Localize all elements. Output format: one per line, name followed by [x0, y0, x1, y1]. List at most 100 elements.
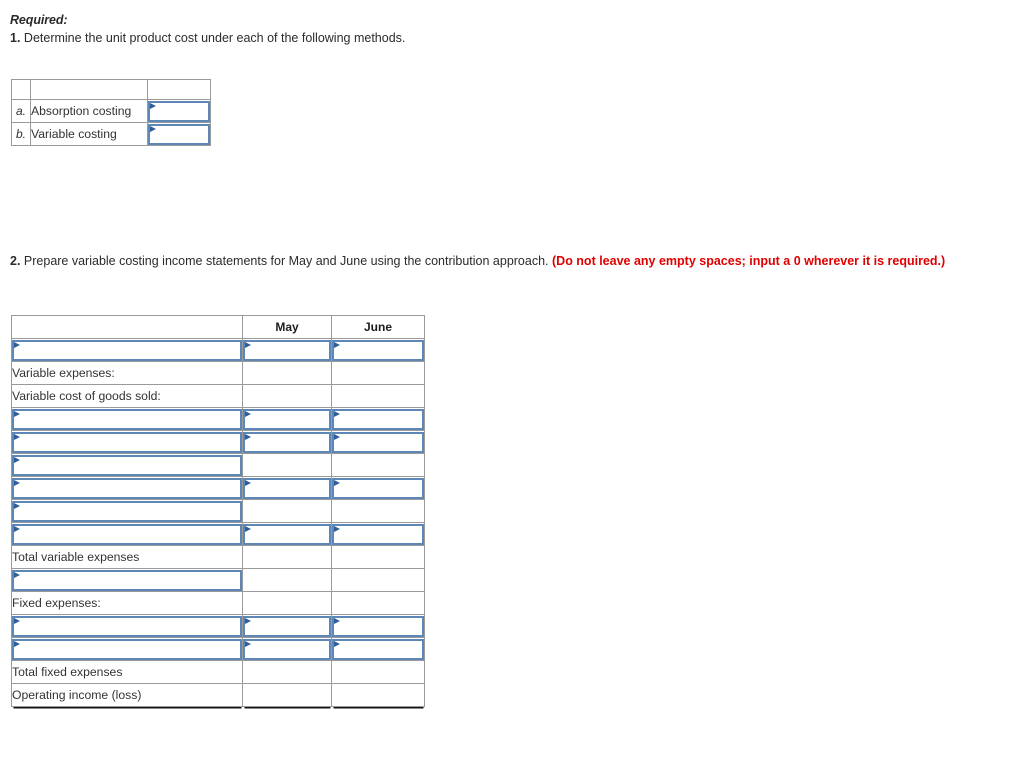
- row-index-a: a.: [11, 99, 31, 123]
- income-account-cell-12[interactable]: [11, 614, 243, 638]
- table-header-row: May June: [11, 315, 425, 339]
- income-june-cell-3[interactable]: [331, 407, 425, 431]
- income-account-label-15: Operating income (loss): [11, 683, 243, 707]
- income-account-cell-4[interactable]: [11, 430, 243, 454]
- income-may-input-6[interactable]: [243, 477, 331, 499]
- income-may-label-10: [242, 568, 332, 592]
- income-june-input-8[interactable]: [332, 523, 424, 545]
- income-account-cell-3[interactable]: [11, 407, 243, 431]
- header-cell-method: [30, 79, 148, 100]
- income-account-input-13[interactable]: [12, 638, 242, 660]
- income-june-label-14: [331, 660, 425, 684]
- income-account-cell-0[interactable]: [11, 338, 243, 362]
- income-account-label-9: Total variable expenses: [11, 545, 243, 569]
- question-2-number: 2.: [10, 254, 21, 268]
- question-1-prompt: Required: 1. Determine the unit product …: [10, 11, 810, 47]
- question-2-warning: (Do not leave any empty spaces; input a …: [552, 254, 946, 268]
- table-row: [11, 430, 425, 454]
- income-may-input-13[interactable]: [243, 638, 331, 660]
- income-june-cell-0[interactable]: [331, 338, 425, 362]
- income-account-input-7[interactable]: [12, 500, 242, 522]
- table-row: [11, 637, 425, 661]
- income-may-label-9: [242, 545, 332, 569]
- income-june-cell-13[interactable]: [331, 637, 425, 661]
- income-june-label-1: [331, 361, 425, 385]
- income-account-cell-6[interactable]: [11, 476, 243, 500]
- income-may-input-4[interactable]: [243, 431, 331, 453]
- income-june-input-4[interactable]: [332, 431, 424, 453]
- header-cell-value: [147, 79, 211, 100]
- income-account-cell-13[interactable]: [11, 637, 243, 661]
- income-account-label-1: Variable expenses:: [11, 361, 243, 385]
- income-account-cell-5[interactable]: [11, 453, 243, 477]
- income-june-label-5: [331, 453, 425, 477]
- income-june-cell-4[interactable]: [331, 430, 425, 454]
- variable-costing-value-cell[interactable]: [147, 122, 211, 146]
- income-account-cell-8[interactable]: [11, 522, 243, 546]
- income-june-label-11: [331, 591, 425, 615]
- absorption-costing-input[interactable]: [148, 100, 210, 122]
- income-june-input-12[interactable]: [332, 615, 424, 637]
- income-june-input-6[interactable]: [332, 477, 424, 499]
- income-account-input-10[interactable]: [12, 569, 242, 591]
- income-june-label-10: [331, 568, 425, 592]
- table-row: [11, 453, 425, 477]
- income-may-input-3[interactable]: [243, 408, 331, 430]
- table-row: [11, 499, 425, 523]
- income-account-input-0[interactable]: [12, 339, 242, 361]
- income-june-input-0[interactable]: [332, 339, 424, 361]
- income-may-cell-3[interactable]: [242, 407, 332, 431]
- income-june-input-3[interactable]: [332, 408, 424, 430]
- income-june-cell-6[interactable]: [331, 476, 425, 500]
- income-may-input-12[interactable]: [243, 615, 331, 637]
- table-row: [11, 338, 425, 362]
- income-june-cell-12[interactable]: [331, 614, 425, 638]
- income-may-label-11: [242, 591, 332, 615]
- income-may-cell-0[interactable]: [242, 338, 332, 362]
- table-row: [11, 614, 425, 638]
- table-row: [11, 407, 425, 431]
- income-may-input-8[interactable]: [243, 523, 331, 545]
- row-index-b: b.: [11, 122, 31, 146]
- income-may-cell-4[interactable]: [242, 430, 332, 454]
- income-account-input-12[interactable]: [12, 615, 242, 637]
- income-account-label-2: Variable cost of goods sold:: [11, 384, 243, 408]
- income-may-label-1: [242, 361, 332, 385]
- header-cell-account: [11, 315, 243, 339]
- income-account-input-4[interactable]: [12, 431, 242, 453]
- income-account-input-6[interactable]: [12, 477, 242, 499]
- variable-costing-input[interactable]: [148, 123, 210, 145]
- income-june-label-15: [331, 683, 425, 707]
- income-may-label-7: [242, 499, 332, 523]
- table-row: Variable expenses:: [11, 361, 425, 385]
- income-account-input-5[interactable]: [12, 454, 242, 476]
- income-account-cell-10[interactable]: [11, 568, 243, 592]
- income-may-label-15: [242, 683, 332, 707]
- question-2-prompt: 2. Prepare variable costing income state…: [10, 252, 950, 270]
- header-cell-june: June: [331, 315, 425, 339]
- income-may-cell-8[interactable]: [242, 522, 332, 546]
- row-label-variable-costing: Variable costing: [30, 122, 148, 146]
- row-label-absorption-costing: Absorption costing: [30, 99, 148, 123]
- income-may-input-0[interactable]: [243, 339, 331, 361]
- unit-product-cost-table: a. Absorption costing b. Variable costin…: [11, 79, 211, 146]
- income-june-label-7: [331, 499, 425, 523]
- income-june-label-2: [331, 384, 425, 408]
- income-june-label-9: [331, 545, 425, 569]
- income-june-input-13[interactable]: [332, 638, 424, 660]
- question-1-text: Determine the unit product cost under ea…: [20, 31, 406, 45]
- income-account-input-8[interactable]: [12, 523, 242, 545]
- income-may-cell-13[interactable]: [242, 637, 332, 661]
- income-may-cell-12[interactable]: [242, 614, 332, 638]
- question-2-text: Prepare variable costing income statemen…: [20, 254, 552, 268]
- table-row: a. Absorption costing: [11, 99, 211, 123]
- income-account-input-3[interactable]: [12, 408, 242, 430]
- income-june-cell-8[interactable]: [331, 522, 425, 546]
- table-row: Fixed expenses:: [11, 591, 425, 615]
- income-may-cell-6[interactable]: [242, 476, 332, 500]
- table-row: [11, 522, 425, 546]
- header-cell-may: May: [242, 315, 332, 339]
- absorption-costing-value-cell[interactable]: [147, 99, 211, 123]
- income-account-cell-7[interactable]: [11, 499, 243, 523]
- income-may-label-14: [242, 660, 332, 684]
